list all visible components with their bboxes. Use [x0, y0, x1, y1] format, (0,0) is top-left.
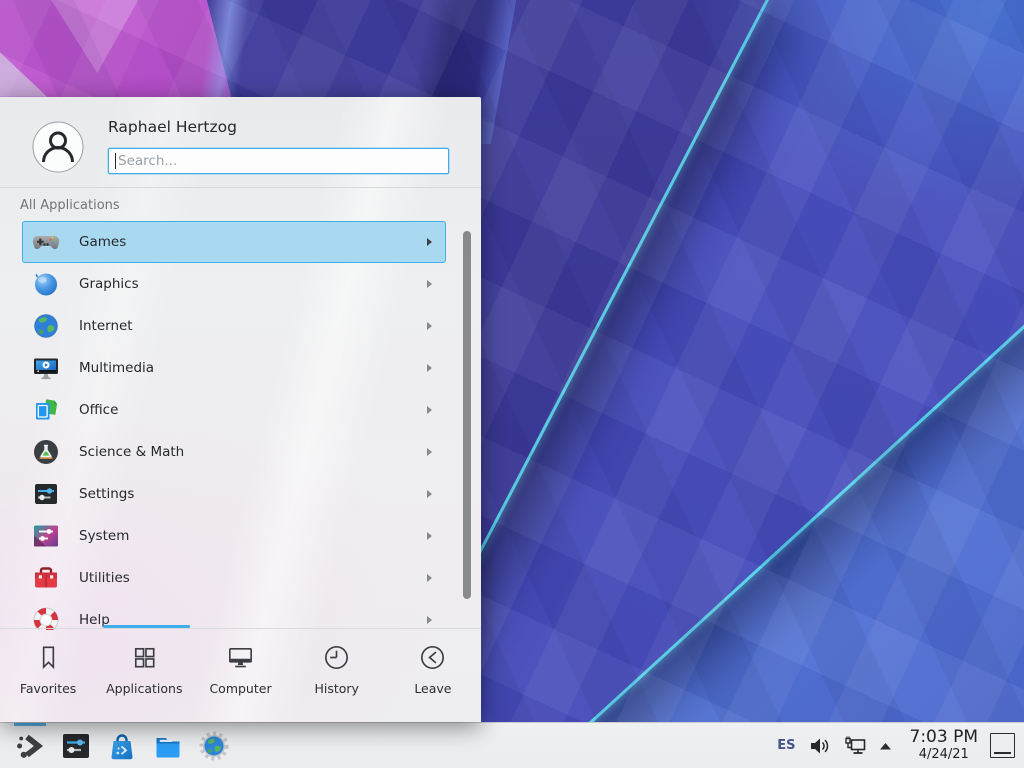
- discover-button[interactable]: [99, 723, 145, 768]
- category-row-utilities[interactable]: Utilities: [22, 557, 446, 599]
- category-label: Multimedia: [79, 360, 154, 376]
- tab-label: Applications: [106, 681, 182, 696]
- category-row-graphics[interactable]: Graphics: [22, 263, 446, 305]
- submenu-arrow-icon: [427, 238, 432, 246]
- category-label: Office: [79, 402, 118, 418]
- tab-leave[interactable]: Leave: [385, 629, 481, 722]
- leave-icon: [417, 642, 448, 673]
- user-avatar-icon[interactable]: [32, 121, 84, 173]
- tab-label: Leave: [414, 681, 451, 696]
- sphere-icon: [32, 270, 60, 298]
- submenu-arrow-icon: [427, 406, 432, 414]
- tab-favorites[interactable]: Favorites: [0, 629, 96, 722]
- user-name: Raphael Hertzog: [108, 118, 237, 136]
- flask-icon: [32, 438, 60, 466]
- section-label: All Applications: [20, 198, 120, 213]
- tab-applications[interactable]: Applications: [96, 629, 192, 722]
- category-label: Science & Math: [79, 444, 184, 460]
- category-row-office[interactable]: Office: [22, 389, 446, 431]
- category-row-help[interactable]: Help: [22, 599, 446, 630]
- submenu-arrow-icon: [427, 280, 432, 288]
- active-task-indicator: [14, 723, 46, 726]
- category-label: Games: [79, 234, 126, 250]
- discover-icon: [106, 730, 138, 762]
- category-row-multimedia[interactable]: Multimedia: [22, 347, 446, 389]
- category-row-internet[interactable]: Internet: [22, 305, 446, 347]
- show-desktop-button[interactable]: [990, 733, 1015, 758]
- konqueror-globe-icon: [198, 730, 230, 762]
- toolbox-icon: [32, 564, 60, 592]
- category-label: Graphics: [79, 276, 139, 292]
- category-label: System: [79, 528, 129, 544]
- search-field-wrap: [108, 148, 449, 174]
- tab-label: Computer: [209, 681, 271, 696]
- submenu-arrow-icon: [427, 574, 432, 582]
- submenu-arrow-icon: [427, 448, 432, 456]
- submenu-arrow-icon: [427, 616, 432, 624]
- monitor-play-icon: [32, 354, 60, 382]
- application-launcher-popup: Raphael Hertzog All Applications: [0, 97, 481, 722]
- launcher-header: Raphael Hertzog: [0, 97, 481, 188]
- launcher-tabbar: Favorites Applications Computer: [0, 628, 481, 722]
- category-row-settings[interactable]: Settings: [22, 473, 446, 515]
- volume-button[interactable]: [809, 736, 831, 756]
- list-scrollbar[interactable]: [463, 231, 471, 599]
- system-sliders-icon: [32, 522, 60, 550]
- submenu-arrow-icon: [427, 532, 432, 540]
- digital-clock[interactable]: 7:03 PM 4/24/21: [910, 729, 979, 761]
- category-row-system[interactable]: System: [22, 515, 446, 557]
- clock-time: 7:03 PM: [910, 729, 979, 747]
- kde-launcher-icon: [14, 730, 46, 762]
- folder-icon: [152, 730, 184, 762]
- category-row-games[interactable]: Games: [22, 221, 446, 263]
- text-caret: [115, 153, 116, 169]
- lifebuoy-icon: [32, 606, 60, 630]
- gamepad-icon: [32, 228, 60, 256]
- tab-label: Favorites: [20, 681, 76, 696]
- taskbar: ES: [0, 722, 1024, 768]
- globe-icon: [32, 312, 60, 340]
- bookmark-icon: [33, 642, 64, 673]
- grid-icon: [129, 642, 160, 673]
- desktop-screen: ES: [0, 0, 1024, 768]
- documents-icon: [32, 396, 60, 424]
- submenu-arrow-icon: [427, 490, 432, 498]
- sliders-icon: [32, 480, 60, 508]
- search-input[interactable]: [108, 148, 449, 174]
- system-tray: ES: [777, 723, 1024, 768]
- submenu-arrow-icon: [427, 322, 432, 330]
- system-settings-icon: [60, 730, 92, 762]
- network-icon: [843, 735, 867, 757]
- category-label: Utilities: [79, 570, 130, 586]
- tab-label: History: [314, 681, 358, 696]
- clock-icon: [321, 642, 352, 673]
- category-label: Settings: [79, 486, 134, 502]
- computer-icon: [225, 642, 256, 673]
- keyboard-layout-indicator[interactable]: ES: [777, 738, 795, 753]
- chevron-up-icon: [879, 742, 892, 750]
- volume-icon: [809, 736, 831, 756]
- taskbar-apps: [0, 723, 237, 768]
- clock-date: 4/24/21: [919, 748, 969, 762]
- category-list: Games Graphics: [22, 221, 446, 630]
- tab-computer[interactable]: Computer: [192, 629, 288, 722]
- application-launcher-button[interactable]: [7, 723, 53, 768]
- tab-history[interactable]: History: [289, 629, 385, 722]
- system-settings-button[interactable]: [53, 723, 99, 768]
- category-row-science-math[interactable]: Science & Math: [22, 431, 446, 473]
- expand-tray-button[interactable]: [879, 742, 892, 750]
- category-label: Internet: [79, 318, 133, 334]
- network-button[interactable]: [843, 735, 867, 757]
- submenu-arrow-icon: [427, 364, 432, 372]
- file-manager-button[interactable]: [145, 723, 191, 768]
- konqueror-button[interactable]: [191, 723, 237, 768]
